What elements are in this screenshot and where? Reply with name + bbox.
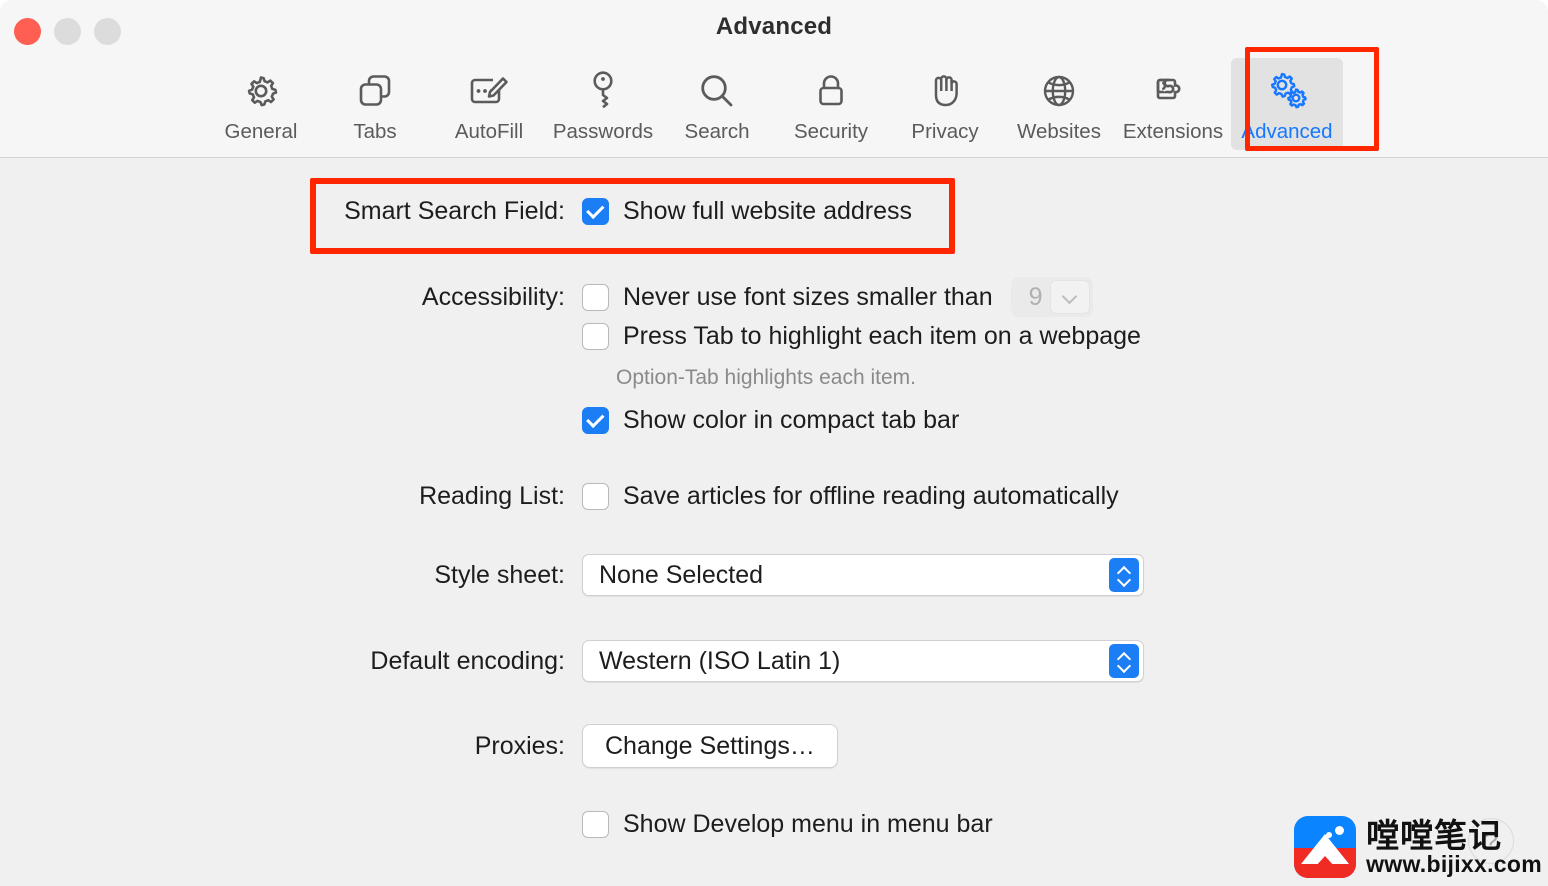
row-compact-tab-color: Show color in compact tab bar [582,406,959,435]
lock-icon [808,68,854,114]
tab-label: Security [793,120,869,143]
tab-label: General [224,120,298,143]
row-reading-list: Reading List: Save articles for offline … [330,482,1119,511]
show-full-website-address-checkbox[interactable] [582,198,609,225]
tabs-icon [352,68,398,114]
advanced-preferences-pane: Smart Search Field: Show full website ad… [0,159,1548,886]
tab-security[interactable]: Security [775,58,887,150]
tab-tabs[interactable]: Tabs [319,58,431,150]
option-tab-hint: Option-Tab highlights each item. [616,366,916,389]
never-use-font-sizes-checkbox[interactable] [582,283,609,311]
gear-icon [238,68,284,114]
tab-label: Websites [1017,120,1101,143]
show-color-compact-tab-bar-label: Show color in compact tab bar [623,406,960,434]
tab-privacy[interactable]: Privacy [889,58,1001,150]
tab-search[interactable]: Search [661,58,773,150]
page-title: Advanced [715,13,833,40]
puzzle-icon [1150,68,1196,114]
tab-extensions[interactable]: Extensions [1117,58,1229,150]
autofill-icon [466,68,512,114]
change-settings-button[interactable]: Change Settings… [582,724,838,768]
tab-autofill[interactable]: AutoFill [433,58,545,150]
row-proxies: Proxies: Change Settings… [330,724,838,768]
chevron-up-down-icon[interactable] [1109,644,1139,678]
show-color-compact-tab-bar-checkbox[interactable] [582,407,609,434]
proxies-label: Proxies: [474,731,565,760]
save-articles-offline-checkbox[interactable] [582,483,609,510]
watermark: 嘡嘡笔记 www.bijixx.com [1294,816,1542,878]
smart-search-field-label: Smart Search Field: [344,197,565,225]
tab-label: Passwords [552,120,654,143]
minimum-font-size-value: 9 [1028,282,1043,311]
tab-label: Privacy [911,120,979,143]
show-full-website-address-label: Show full website address [623,197,913,225]
title-bar: Advanced [0,0,1548,54]
default-encoding-value: Western (ISO Latin 1) [599,646,841,675]
gears-icon [1264,68,1310,114]
tab-label: Search [684,120,750,143]
watermark-name: 嘡嘡笔记 [1366,816,1503,854]
default-encoding-popup-button[interactable]: Western (ISO Latin 1) [582,640,1144,682]
default-encoding-label: Default encoding: [370,646,565,675]
minimum-font-size-stepper[interactable]: 9 [1010,277,1093,317]
row-accessibility-font-size: Accessibility: Never use font sizes smal… [330,277,1170,317]
tab-label: AutoFill [454,120,524,143]
press-tab-highlight-checkbox[interactable] [582,323,609,350]
accessibility-label: Accessibility: [421,282,565,311]
preferences-toolbar: General Tabs AutoFill Passwords Search S… [0,54,1548,158]
watermark-url: www.bijixx.com [1366,850,1542,877]
tab-advanced[interactable]: Advanced [1231,58,1343,150]
key-icon [580,68,626,114]
row-accessibility-tab-highlight: Press Tab to highlight each item on a we… [582,322,1141,351]
row-smart-search-field: Smart Search Field: Show full website ad… [330,197,1090,226]
chevron-up-down-icon[interactable] [1109,558,1139,592]
style-sheet-popup-button[interactable]: None Selected [582,554,1144,596]
show-develop-menu-label: Show Develop menu in menu bar [623,810,993,838]
row-accessibility-hint: Option-Tab highlights each item. [616,366,916,390]
tab-general[interactable]: General [205,58,317,150]
tab-label: Advanced [1241,120,1333,143]
row-develop-menu: Show Develop menu in menu bar [582,810,993,839]
search-icon [694,68,740,114]
reading-list-label: Reading List: [419,482,565,510]
watermark-logo-icon [1294,816,1357,878]
preferences-window: Advanced General Tabs AutoFill Passwords… [0,0,1548,886]
press-tab-highlight-label: Press Tab to highlight each item on a we… [623,322,1141,350]
hand-icon [922,68,968,114]
tab-label: Tabs [353,120,397,143]
tab-label: Extensions [1122,120,1224,143]
style-sheet-value: None Selected [599,560,764,589]
row-default-encoding: Default encoding: Western (ISO Latin 1) [330,640,1144,682]
never-use-font-sizes-label: Never use font sizes smaller than [623,282,993,311]
tab-websites[interactable]: Websites [1003,58,1115,150]
show-develop-menu-checkbox[interactable] [582,811,609,838]
watermark-text: 嘡嘡笔记 www.bijixx.com [1366,819,1542,876]
tab-passwords[interactable]: Passwords [547,58,659,150]
style-sheet-label: Style sheet: [434,560,565,589]
chevron-down-icon[interactable] [1049,280,1090,314]
save-articles-offline-label: Save articles for offline reading automa… [623,482,1119,510]
globe-icon [1036,68,1082,114]
row-style-sheet: Style sheet: None Selected [330,554,1144,596]
